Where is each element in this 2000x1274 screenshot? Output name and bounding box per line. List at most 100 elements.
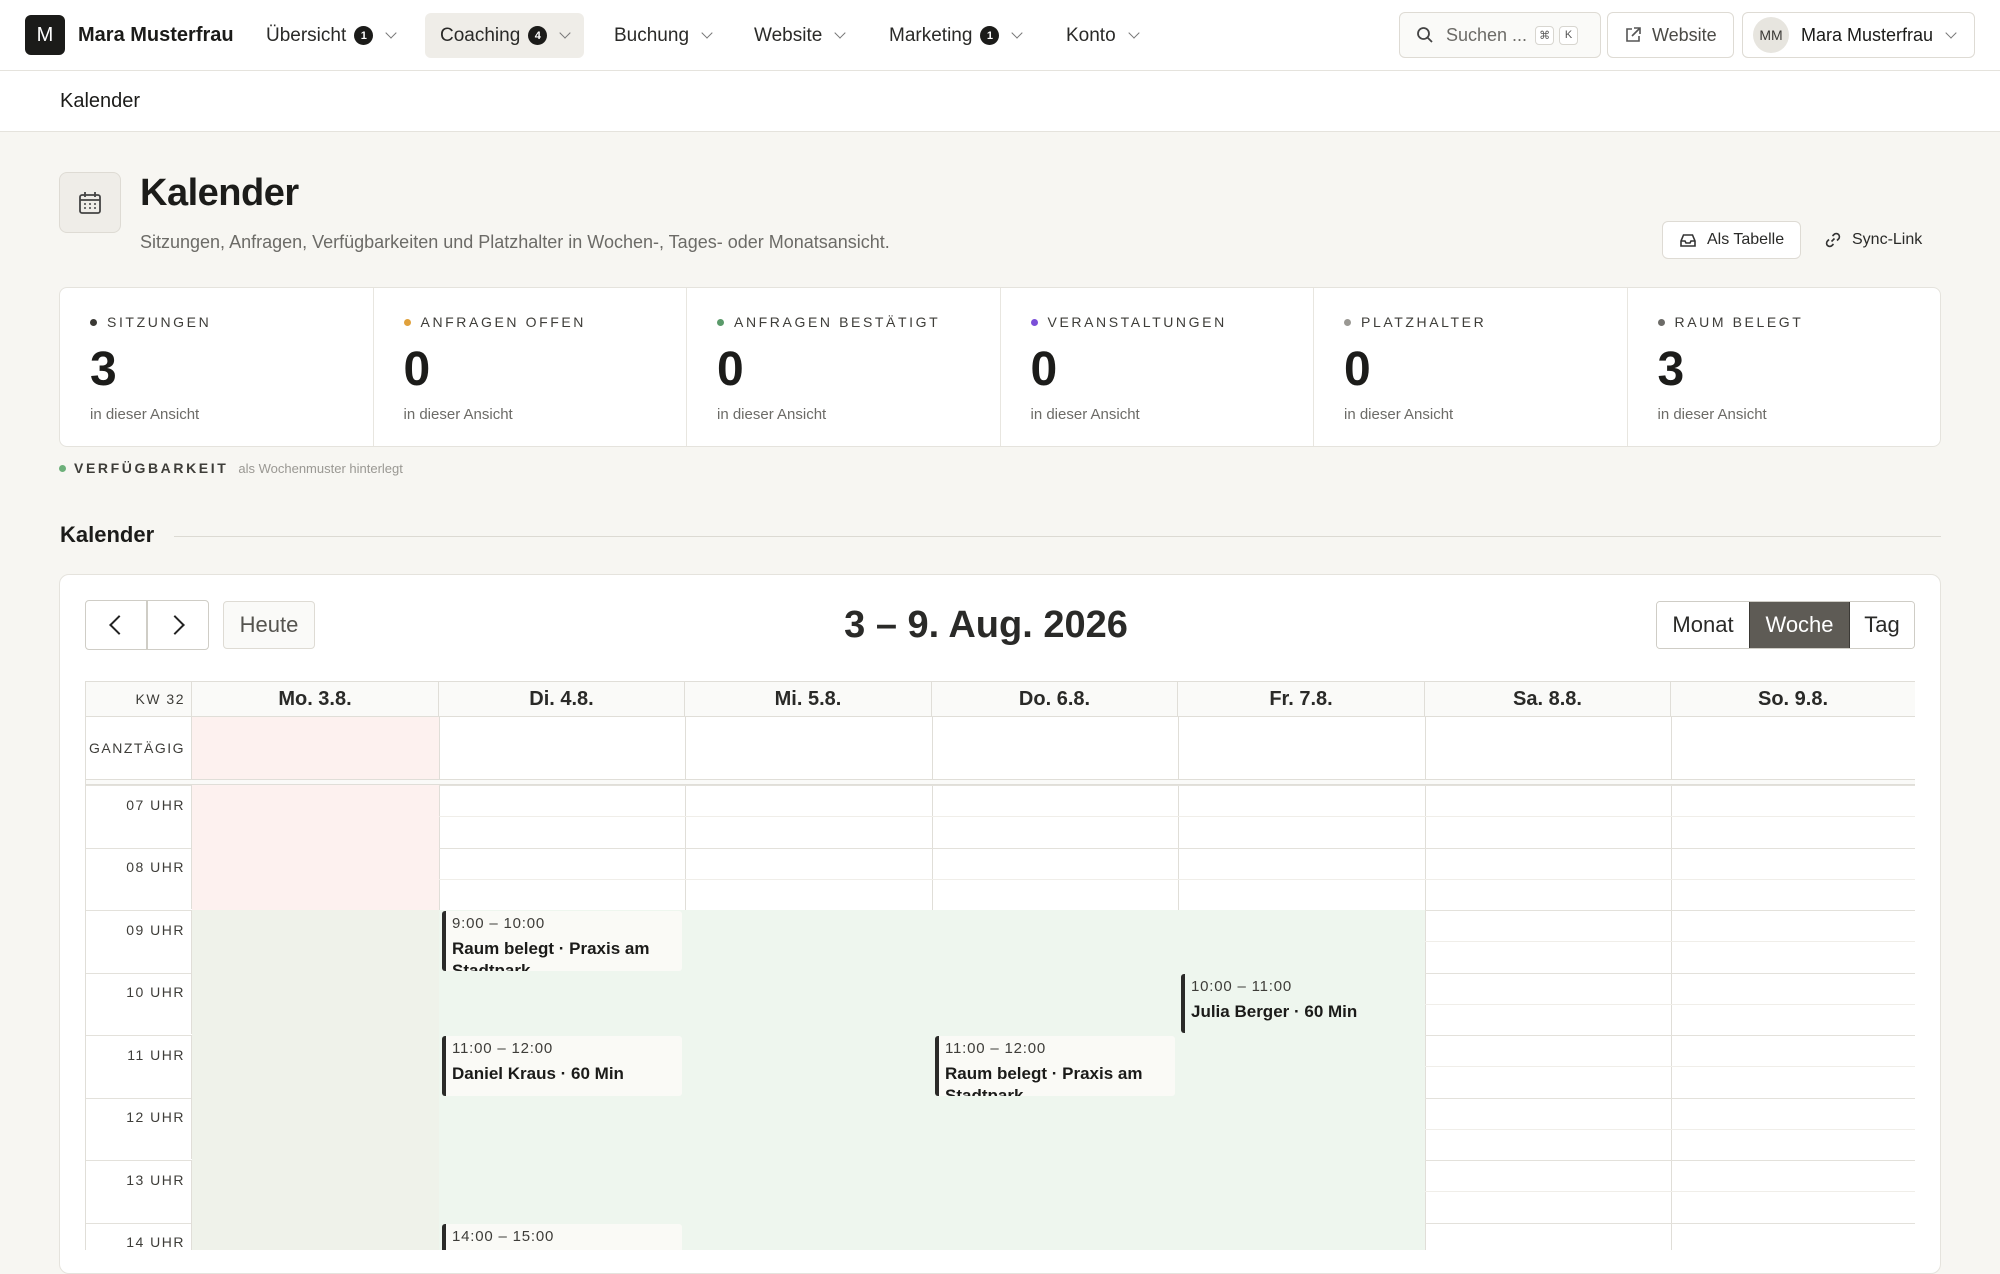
stat-value: 3 bbox=[1657, 343, 1685, 396]
stat-label: PLATZHALTER bbox=[1361, 314, 1487, 330]
shortcut-key: ⌘ bbox=[1535, 25, 1555, 45]
week-number: KW 32 bbox=[86, 681, 192, 717]
app-logo[interactable]: M bbox=[25, 15, 65, 55]
hour-line bbox=[192, 785, 1915, 786]
nav-konto[interactable]: Konto bbox=[1051, 13, 1153, 58]
nav-label: Übersicht bbox=[266, 24, 347, 46]
day-header[interactable]: Sa. 8.8. bbox=[1425, 681, 1671, 717]
stat-raum-belegt: RAUM BELEGT 3 in dieser Ansicht bbox=[1628, 288, 1941, 446]
page-subtitle: Sitzungen, Anfragen, Verfügbarkeiten und… bbox=[140, 232, 890, 252]
hour-label: 13 UHR bbox=[86, 1160, 192, 1222]
hour-label: 08 UHR bbox=[86, 847, 192, 909]
chevron-down-icon bbox=[701, 27, 713, 39]
stat-label: ANFRAGEN BESTÄTIGT bbox=[734, 314, 941, 330]
availability-shading bbox=[192, 910, 439, 1250]
day-header[interactable]: Mi. 5.8. bbox=[685, 681, 932, 717]
nav-uebersicht[interactable]: Übersicht 1 bbox=[251, 13, 410, 58]
nav-website[interactable]: Website bbox=[739, 13, 859, 58]
week-grid: KW 32 Mo. 3.8. Di. 4.8. Mi. 5.8. Do. 6.8… bbox=[85, 681, 1915, 1250]
day-header[interactable]: Do. 6.8. bbox=[932, 681, 1178, 717]
brand-name[interactable]: Mara Musterfrau bbox=[78, 0, 234, 71]
chevron-right-icon bbox=[165, 615, 185, 635]
user-menu[interactable]: MM Mara Musterfrau bbox=[1742, 12, 1975, 58]
nav-badge: 1 bbox=[980, 26, 1000, 45]
stat-anfragen-offen: ANFRAGEN OFFEN 0 in dieser Ansicht bbox=[374, 288, 687, 446]
calendar-event[interactable]: 9:00 – 10:00 Raum belegt · Praxis am Stad… bbox=[442, 911, 682, 971]
past-day-shading bbox=[192, 785, 439, 910]
day-header[interactable]: Fr. 7.8. bbox=[1178, 681, 1425, 717]
calendar-event[interactable]: 11:00 – 12:00 Daniel Kraus · 60 Min bbox=[442, 1036, 682, 1096]
search-input[interactable]: Suchen ... ⌘ K bbox=[1399, 12, 1601, 58]
day-header[interactable]: Di. 4.8. bbox=[439, 681, 685, 717]
availability-label: VERFÜGBARKEIT bbox=[74, 460, 229, 476]
stat-veranstaltungen: VERANSTALTUNGEN 0 in dieser Ansicht bbox=[1001, 288, 1314, 446]
today-button[interactable]: Heute bbox=[223, 601, 315, 649]
stat-hint: in dieser Ansicht bbox=[90, 406, 200, 423]
status-dot bbox=[403, 318, 411, 326]
shortcut-key: K bbox=[1559, 25, 1579, 45]
half-hour-line bbox=[192, 878, 1915, 880]
nav-label: Marketing bbox=[889, 24, 973, 46]
allday-label: GANZTÄGIG bbox=[86, 717, 192, 779]
day-header[interactable]: Mo. 3.8. bbox=[192, 681, 439, 717]
stat-hint: in dieser Ansicht bbox=[717, 406, 827, 423]
status-dot bbox=[1657, 318, 1665, 326]
chevron-down-icon bbox=[834, 27, 846, 39]
event-time: 14:00 – 15:00 bbox=[452, 1227, 555, 1245]
stat-value: 3 bbox=[90, 343, 117, 396]
hour-label: 12 UHR bbox=[86, 1097, 192, 1159]
user-name: Mara Musterfrau bbox=[1801, 24, 1934, 45]
logo-letter: M bbox=[36, 23, 54, 46]
stat-value: 0 bbox=[403, 343, 431, 396]
event-title: Daniel Kraus · 60 Min bbox=[452, 1064, 624, 1083]
nav-label: Coaching bbox=[440, 24, 521, 46]
calendar-event[interactable]: 14:00 – 15:00 bbox=[442, 1223, 682, 1250]
nav-badge: 1 bbox=[354, 26, 374, 45]
calendar-event[interactable]: 10:00 – 11:00 Julia Berger · 60 Min bbox=[1181, 973, 1422, 1033]
view-week-button[interactable]: Woche bbox=[1749, 602, 1850, 648]
event-time: 11:00 – 12:00 bbox=[945, 1040, 1047, 1057]
event-title: Raum belegt · Praxis am Stadtpark bbox=[945, 1064, 1143, 1096]
stat-label: RAUM BELEGT bbox=[1674, 314, 1804, 330]
status-dot bbox=[1030, 318, 1038, 326]
day-column-line bbox=[1425, 717, 1426, 1250]
prev-week-button[interactable] bbox=[85, 600, 147, 650]
next-week-button[interactable] bbox=[147, 600, 209, 650]
nav-label: Konto bbox=[1066, 24, 1116, 46]
event-title: Julia Berger · 60 Min bbox=[1191, 1001, 1358, 1021]
nav-coaching[interactable]: Coaching 4 bbox=[425, 13, 585, 58]
hour-label: 14 UHR bbox=[86, 1222, 192, 1250]
chevron-down-icon bbox=[1011, 27, 1024, 39]
website-button[interactable]: Website bbox=[1607, 12, 1734, 58]
half-hour-line bbox=[192, 816, 1915, 818]
link-icon bbox=[1825, 232, 1841, 248]
calendar-event[interactable]: 11:00 – 12:00 Raum belegt · Praxis am Sta… bbox=[935, 1036, 1175, 1096]
view-month-button[interactable]: Monat bbox=[1657, 602, 1749, 648]
chevron-down-icon bbox=[559, 27, 571, 39]
status-dot bbox=[1344, 318, 1351, 326]
as-table-label: Als Tabelle bbox=[1707, 231, 1785, 248]
stat-label: VERANSTALTUNGEN bbox=[1047, 314, 1227, 330]
stat-platzhalter: PLATZHALTER 0 in dieser Ansicht bbox=[1314, 288, 1628, 446]
hour-label: 07 UHR bbox=[86, 785, 192, 847]
top-navigation-bar: M Mara Musterfrau Übersicht 1 Coaching 4… bbox=[0, 0, 2000, 71]
chevron-down-icon bbox=[385, 27, 397, 39]
nav-buchung[interactable]: Buchung bbox=[599, 13, 726, 58]
as-table-button[interactable]: Als Tabelle bbox=[1662, 221, 1802, 259]
nav-label: Website bbox=[754, 24, 823, 46]
sync-link-button[interactable]: Sync-Link bbox=[1808, 221, 1938, 259]
nav-marketing[interactable]: Marketing 1 bbox=[874, 13, 1036, 58]
stat-value: 0 bbox=[1344, 343, 1371, 396]
section-divider bbox=[174, 536, 1941, 537]
hour-line bbox=[192, 847, 1915, 849]
event-time: 9:00 – 10:00 bbox=[452, 915, 546, 932]
stat-sitzungen: SITZUNGEN 3 in dieser Ansicht bbox=[60, 288, 374, 446]
chevron-down-icon bbox=[1127, 27, 1140, 39]
day-header[interactable]: So. 9.8. bbox=[1671, 681, 1915, 717]
calendar-icon bbox=[59, 172, 121, 233]
event-time: 10:00 – 11:00 bbox=[1191, 977, 1293, 995]
sync-link-label: Sync-Link bbox=[1852, 231, 1923, 248]
view-day-button[interactable]: Tag bbox=[1850, 602, 1914, 648]
date-range-title: 3 – 9. Aug. 2026 bbox=[844, 603, 1128, 646]
stats-panel: SITZUNGEN 3 in dieser Ansicht ANFRAGEN O… bbox=[59, 287, 1941, 447]
